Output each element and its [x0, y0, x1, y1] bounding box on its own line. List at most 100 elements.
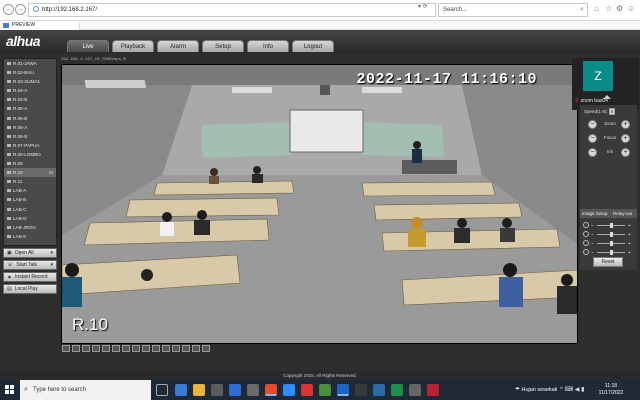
zoom-app-icon[interactable] — [283, 384, 295, 396]
task-view-icon[interactable] — [156, 384, 168, 396]
decrease-icon[interactable]: − — [591, 250, 594, 256]
back-button[interactable]: ← — [3, 4, 14, 15]
app-icon-gray[interactable] — [409, 384, 421, 396]
snapshot-icon[interactable] — [142, 345, 150, 352]
zoom-participant-tile[interactable]: Z ⚲ zoom bas04 — [572, 58, 639, 110]
instant-record-button[interactable]: ▲ Instant Record — [3, 272, 57, 282]
channel-item[interactable]: R.05-A — [4, 104, 56, 113]
layout-36-icon[interactable] — [132, 345, 140, 352]
open-all-button[interactable]: ▣ Open All ▾ — [3, 248, 57, 258]
iris-plus-button[interactable]: + — [621, 148, 630, 157]
chrome-icon[interactable] — [265, 384, 277, 396]
relay-out-label[interactable]: Relay-out — [613, 209, 632, 218]
mail-icon[interactable] — [229, 384, 241, 396]
channel-item[interactable]: R.09 — [4, 159, 56, 168]
image-setup-label[interactable]: Image Setup — [582, 209, 608, 218]
iris-minus-button[interactable]: − — [588, 148, 597, 157]
settings-icon[interactable]: ⚙ — [616, 4, 623, 13]
channel-item[interactable]: R.04-B — [4, 95, 56, 104]
dropdown-arrow-icon[interactable]: ▾ — [50, 249, 53, 258]
zoom-plus-button[interactable]: + — [621, 120, 630, 129]
edge-icon[interactable] — [175, 384, 187, 396]
taskbar-clock[interactable]: 11:18 11/17/2022 — [596, 383, 626, 397]
feedback-icon[interactable]: ☺ — [627, 4, 635, 13]
video-player[interactable]: 2022-11-17 11:16:10 R.10 — [61, 64, 578, 344]
hue-slider[interactable]: − + — [583, 249, 634, 256]
channel-item[interactable]: R.06-A — [4, 123, 56, 132]
channel-item[interactable]: LAB-C — [4, 205, 56, 214]
excel-icon[interactable] — [391, 384, 403, 396]
app-icon-maroon[interactable] — [427, 384, 439, 396]
channel-item[interactable]: R.08-LOMBO — [4, 150, 56, 159]
forward-button[interactable]: → — [15, 4, 26, 15]
decrease-icon[interactable]: − — [591, 223, 594, 229]
layout-4-icon[interactable] — [92, 345, 100, 352]
layout-16-icon[interactable] — [112, 345, 120, 352]
file-explorer-icon[interactable] — [193, 384, 205, 396]
record-icon[interactable] — [152, 345, 160, 352]
favorites-icon[interactable]: ☆ — [605, 4, 612, 13]
browser-search-field[interactable]: Search... ⌕ — [438, 3, 588, 17]
channel-item[interactable]: R.07-PAPUA — [4, 141, 56, 150]
layout-9-icon[interactable] — [102, 345, 110, 352]
focus-minus-button[interactable]: − — [588, 134, 597, 143]
start-talk-button[interactable]: ☏ Start Talk ▾ — [3, 260, 57, 270]
internet-explorer-icon[interactable] — [337, 384, 349, 396]
channel-item[interactable]: R.05-B — [4, 114, 56, 123]
channel-item[interactable]: R.04-A — [4, 86, 56, 95]
channel-item[interactable]: LAB-JRGN — [4, 223, 56, 232]
color-icon[interactable] — [182, 345, 190, 352]
layout-25-icon[interactable] — [122, 345, 130, 352]
stream-icon[interactable] — [202, 345, 210, 352]
local-play-button[interactable]: ▤ Local Play — [3, 284, 57, 294]
slider-knob[interactable] — [610, 250, 613, 255]
home-icon[interactable]: ⌂ — [594, 4, 599, 13]
channel-item[interactable]: R.03-SUMA1 — [4, 77, 56, 86]
increase-icon[interactable]: + — [628, 232, 631, 238]
windows-start-icon[interactable] — [0, 380, 20, 400]
store-icon[interactable] — [211, 384, 223, 396]
nav-tab-live[interactable]: Live — [67, 40, 109, 52]
fullscreen-icon[interactable] — [62, 345, 70, 352]
ptz-speed-select[interactable]: 5 — [608, 108, 616, 115]
taskbar-search[interactable]: ⌕ Type here to search — [20, 380, 151, 400]
zoom-minus-button[interactable]: − — [588, 120, 597, 129]
slider-knob[interactable] — [610, 223, 613, 228]
url-controls[interactable]: ▾ ⟳ — [418, 3, 428, 10]
zoom-icon[interactable] — [172, 345, 180, 352]
channel-item[interactable]: R.11 — [4, 177, 56, 186]
channel-item[interactable]: LAB-A — [4, 186, 56, 195]
nav-tab-setup[interactable]: Setup — [202, 40, 244, 52]
channel-item[interactable]: R.10 M — [4, 168, 56, 178]
app-icon-dark[interactable] — [355, 384, 367, 396]
increase-icon[interactable]: + — [628, 241, 631, 247]
decrease-icon[interactable]: − — [591, 232, 594, 238]
channel-item[interactable]: R.06-B — [4, 132, 56, 141]
channel-item[interactable]: LAB-E — [4, 232, 56, 241]
screen-icon[interactable] — [192, 345, 200, 352]
layout-1-icon[interactable] — [82, 345, 90, 352]
brightness-slider[interactable]: − + — [583, 222, 634, 229]
slider-knob[interactable] — [610, 241, 613, 246]
channel-item[interactable]: R.02-BALI — [4, 68, 56, 77]
channel-item[interactable]: R.01-JAWA — [4, 59, 56, 68]
settings-app-icon[interactable] — [247, 384, 259, 396]
audio-icon[interactable] — [162, 345, 170, 352]
weather-widget[interactable]: ☂ Hujan sesekali — [515, 380, 557, 400]
channel-item[interactable]: LAB-D — [4, 214, 56, 223]
decrease-icon[interactable]: − — [591, 241, 594, 247]
panel-collapse-icon[interactable] — [603, 95, 611, 99]
search-icon[interactable]: ⌕ — [580, 4, 584, 16]
focus-plus-button[interactable]: + — [621, 134, 630, 143]
nav-tab-logout[interactable]: Logout — [292, 40, 334, 52]
slider-knob[interactable] — [610, 232, 613, 237]
browser-tab-preview[interactable]: PREVIEW — [0, 21, 80, 30]
word-icon[interactable] — [373, 384, 385, 396]
channel-item[interactable]: LAB-B — [4, 195, 56, 204]
reset-button[interactable]: Reset — [593, 257, 623, 267]
increase-icon[interactable]: + — [628, 250, 631, 256]
dropdown-arrow-icon[interactable]: ▾ — [50, 261, 53, 270]
saturation-slider[interactable]: − + — [583, 240, 634, 247]
nav-tab-playback[interactable]: Playback — [112, 40, 154, 52]
ratio-icon[interactable] — [72, 345, 80, 352]
